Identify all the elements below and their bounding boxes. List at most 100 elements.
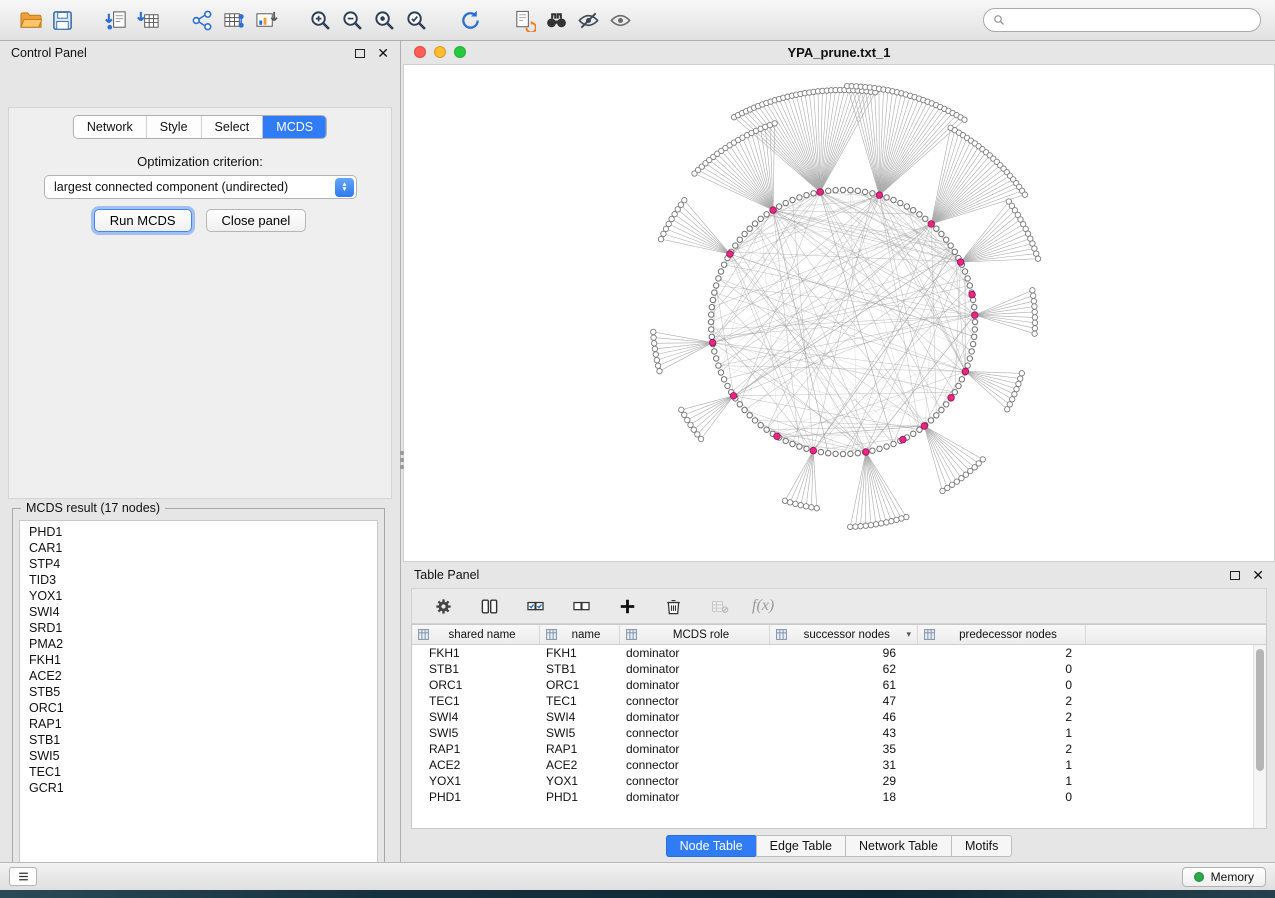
export-image-icon [255, 9, 278, 32]
zoom-in-button[interactable] [304, 4, 336, 36]
close-table-panel-icon[interactable]: ✕ [1252, 568, 1264, 582]
search-network-button[interactable] [540, 4, 572, 36]
tab-edge-table[interactable]: Edge Table [756, 835, 846, 857]
unselect-all-icon [572, 597, 591, 616]
table-row[interactable]: SWI5SWI5connector431 [412, 725, 1266, 741]
apply-layout-button[interactable] [454, 4, 486, 36]
mcds-result-list[interactable]: PHD1CAR1STP4TID3YOX1SWI4SRD1PMA2FKH1ACE2… [19, 520, 378, 872]
table-row[interactable]: ACE2ACE2connector311 [412, 757, 1266, 773]
tab-node-table[interactable]: Node Table [666, 835, 757, 857]
save-session-button[interactable] [46, 4, 78, 36]
mcds-node-item[interactable]: ORC1 [20, 700, 377, 716]
table-row[interactable]: YOX1YOX1connector291 [412, 773, 1266, 789]
window-close-icon[interactable] [414, 46, 426, 58]
mcds-node-item[interactable]: GCR1 [20, 780, 377, 796]
criterion-value: largest connected component (undirected) [45, 180, 335, 194]
table-row[interactable]: SWI4SWI4dominator462 [412, 709, 1266, 725]
memory-button[interactable]: Memory [1182, 867, 1266, 887]
import-table-button[interactable] [132, 4, 164, 36]
share-document-button[interactable] [508, 4, 540, 36]
tab-motifs[interactable]: Motifs [951, 835, 1012, 857]
criterion-dropdown[interactable]: largest connected component (undirected)… [44, 175, 357, 199]
mcds-node-item[interactable]: SWI5 [20, 748, 377, 764]
hide-graphics-button[interactable] [572, 4, 604, 36]
network-table-icon [223, 9, 246, 32]
mcds-node-item[interactable]: YOX1 [20, 588, 377, 604]
mcds-node-item[interactable]: STB1 [20, 732, 377, 748]
tab-network[interactable]: Network [74, 116, 147, 138]
delete-row-button[interactable] [660, 593, 686, 619]
zoom-out-button[interactable] [336, 4, 368, 36]
export-image-button[interactable] [250, 4, 282, 36]
window-minimize-icon[interactable] [434, 46, 446, 58]
node-table-header: shared namenameMCDS rolesuccessor nodes▾… [412, 625, 1266, 645]
table-row[interactable]: FKH1FKH1dominator962 [412, 645, 1266, 661]
hide-graphics-icon [577, 9, 600, 32]
table-toolbar: f(x) [411, 588, 1267, 624]
table-settings-button[interactable] [430, 593, 456, 619]
mcds-result-groupbox: MCDS result (17 nodes) PHD1CAR1STP4TID3Y… [12, 508, 385, 879]
add-row-icon [618, 597, 637, 616]
table-row[interactable]: TEC1TEC1connector472 [412, 693, 1266, 709]
new-network-button[interactable] [186, 4, 218, 36]
column-header-MCDS-role[interactable]: MCDS role [620, 625, 770, 644]
network-view-window: YPA_prune.txt_1 [403, 41, 1275, 562]
mcds-node-item[interactable]: PMA2 [20, 636, 377, 652]
search-box[interactable] [983, 8, 1261, 32]
mcds-node-item[interactable]: ACE2 [20, 668, 377, 684]
mcds-node-item[interactable]: TID3 [20, 572, 377, 588]
task-history-button[interactable] [9, 867, 37, 886]
mcds-node-item[interactable]: FKH1 [20, 652, 377, 668]
table-row[interactable]: ORC1ORC1dominator610 [412, 677, 1266, 693]
import-network-button[interactable] [100, 4, 132, 36]
splitter-handle[interactable] [398, 447, 405, 473]
float-table-panel-icon[interactable] [1230, 571, 1240, 580]
table-grid-icon [546, 629, 557, 640]
table-row[interactable]: RAP1RAP1dominator352 [412, 741, 1266, 757]
tab-network-table[interactable]: Network Table [845, 835, 952, 857]
column-header-shared-name[interactable]: shared name [412, 625, 540, 644]
zoom-fit-button[interactable] [368, 4, 400, 36]
network-from-table-button[interactable] [218, 4, 250, 36]
window-maximize-icon[interactable] [454, 46, 466, 58]
mcds-node-item[interactable]: PHD1 [20, 524, 377, 540]
tab-style[interactable]: Style [147, 116, 202, 138]
mcds-node-item[interactable]: STB5 [20, 684, 377, 700]
unselect-all-button[interactable] [568, 593, 594, 619]
add-row-button[interactable] [614, 593, 640, 619]
table-scrollbar[interactable] [1253, 645, 1266, 828]
tab-select[interactable]: Select [202, 116, 264, 138]
float-panel-icon[interactable] [355, 49, 365, 58]
show-graphics-button[interactable] [604, 4, 636, 36]
table-row[interactable]: STB1STB1dominator620 [412, 661, 1266, 677]
zoom-selected-button[interactable] [400, 4, 432, 36]
scrollbar-thumb[interactable] [1256, 649, 1264, 771]
dropdown-stepper-icon: ▲▼ [335, 178, 354, 197]
close-panel-icon[interactable]: ✕ [377, 46, 389, 60]
memory-label: Memory [1211, 870, 1254, 884]
run-mcds-button[interactable]: Run MCDS [94, 209, 192, 232]
open-file-button[interactable] [14, 4, 46, 36]
close-panel-button[interactable]: Close panel [206, 209, 307, 232]
cytoscape-window: Control Panel ✕ NetworkStyleSelectMCDS O… [0, 0, 1275, 898]
search-input[interactable] [1011, 12, 1251, 28]
network-canvas[interactable] [403, 64, 1275, 562]
column-header-successor-nodes[interactable]: successor nodes▾ [770, 625, 918, 644]
column-header-predecessor-nodes[interactable]: predecessor nodes [918, 625, 1086, 644]
function-builder-button: f(x) [752, 597, 774, 615]
mcds-node-item[interactable]: TEC1 [20, 764, 377, 780]
table-row[interactable]: PHD1PHD1dominator180 [412, 789, 1266, 805]
mcds-node-item[interactable]: RAP1 [20, 716, 377, 732]
mcds-node-item[interactable]: SRD1 [20, 620, 377, 636]
mcds-node-item[interactable]: SWI4 [20, 604, 377, 620]
table-grid-icon [924, 629, 935, 640]
column-header-name[interactable]: name [540, 625, 620, 644]
insert-column-button[interactable] [476, 593, 502, 619]
mcds-node-item[interactable]: CAR1 [20, 540, 377, 556]
mcds-result-title: MCDS result (17 nodes) [21, 501, 165, 515]
tab-mcds[interactable]: MCDS [263, 116, 326, 138]
network-graph [404, 65, 1274, 561]
table-grid-icon [418, 629, 429, 640]
mcds-node-item[interactable]: STP4 [20, 556, 377, 572]
select-all-button[interactable] [522, 593, 548, 619]
